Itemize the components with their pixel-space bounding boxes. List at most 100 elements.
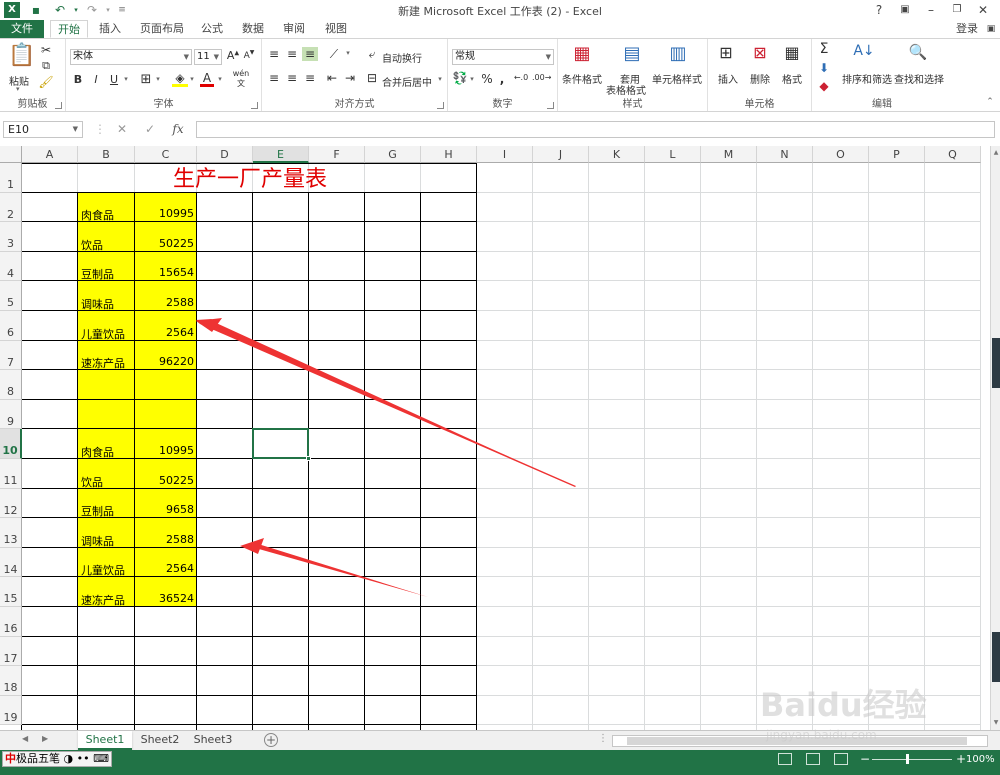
product-cell[interactable]: 儿童饮品 [81,562,125,578]
row-header-8[interactable]: 8 [0,370,22,400]
row-header-3[interactable]: 3 [0,222,22,252]
column-header-b[interactable]: B [78,146,135,163]
font-color-dropdown-icon[interactable]: ▾ [216,75,224,83]
row-header-5[interactable]: 5 [0,281,22,311]
quantity-cell[interactable]: 50225 [135,474,194,487]
insert-function-button[interactable]: fx [168,121,188,138]
align-top-icon[interactable]: ≡ [266,47,282,61]
row-header-13[interactable]: 13 [0,518,22,548]
sheet-tab-1[interactable]: Sheet1 [78,731,132,750]
zoom-level[interactable]: 100% [966,754,995,765]
format-cells-icon[interactable]: ▦ [780,43,804,67]
find-select-button[interactable]: 查找和选择 [894,71,944,86]
row-header-7[interactable]: 7 [0,340,22,371]
tab-file[interactable]: 文件 [0,20,44,38]
column-header-l[interactable]: L [645,146,701,163]
comma-style-button[interactable]: , [496,72,508,86]
next-sheet-icon[interactable]: ▶ [42,734,48,743]
column-header-i[interactable]: I [477,146,533,163]
active-cell[interactable] [252,428,311,461]
worksheet-grid[interactable]: A B C D E F G H I J K L M N O P Q 1 2 3 4 5 6 7 8 9 10 11 12 13 14 15 16… [0,146,990,730]
row-header-15[interactable]: 15 [0,577,22,607]
quantity-cell[interactable]: 10995 [135,207,194,220]
format-as-table-icon[interactable]: ▤ [620,43,644,67]
restore-icon[interactable]: ❐ [946,1,968,19]
sheet-tab-3[interactable]: Sheet3 [188,731,238,750]
column-header-e[interactable]: E [253,146,309,163]
font-name-select[interactable]: 宋体 ▼ [70,49,192,65]
normal-view-icon[interactable] [778,753,792,765]
zoom-slider-knob[interactable] [906,754,909,764]
close-icon[interactable]: ✕ [972,1,994,19]
tab-insert[interactable]: 插入 [92,20,128,38]
scrollbar-thumb[interactable] [992,338,1000,388]
row-header-9[interactable]: 9 [0,399,22,430]
page-break-view-icon[interactable] [834,753,848,765]
row-header-6[interactable]: 6 [0,311,22,341]
cancel-icon[interactable]: ✕ [112,121,132,138]
number-launcher-icon[interactable] [547,102,554,109]
quantity-cell[interactable]: 10995 [135,444,194,457]
paste-dropdown-icon[interactable]: ▾ [16,85,20,93]
sort-filter-button[interactable]: 排序和筛选 [842,71,892,86]
autosum-button[interactable]: Σ [816,41,832,57]
cell-styles-icon[interactable]: ▥ [666,43,690,67]
product-cell[interactable]: 饮品 [81,237,103,253]
row-header-19[interactable]: 19 [0,695,22,726]
column-header-j[interactable]: J [533,146,589,163]
account-icon[interactable]: ▣ [984,20,998,38]
row-header-12[interactable]: 12 [0,488,22,519]
align-center-icon[interactable]: ≡ [284,71,300,85]
decrease-font-icon[interactable]: A▼ [242,49,256,61]
row-header-2[interactable]: 2 [0,192,22,223]
wrap-text-button[interactable]: 自动换行 [382,50,422,65]
align-middle-icon[interactable]: ≡ [284,47,300,61]
fill-color-icon[interactable]: ◈ [172,71,188,87]
delete-cells-icon[interactable]: ⊠ [748,43,772,67]
tab-page-layout[interactable]: 页面布局 [134,20,190,38]
tab-view[interactable]: 视图 [320,20,352,38]
align-right-icon[interactable]: ≡ [302,71,318,85]
tab-review[interactable]: 审阅 [278,20,310,38]
insert-cells-button[interactable]: 插入 [718,71,738,86]
product-cell[interactable]: 调味品 [81,533,114,549]
increase-indent-icon[interactable]: ⇥ [342,71,358,85]
sort-filter-icon[interactable]: A↓ [852,43,876,65]
quantity-cell[interactable]: 9658 [135,503,194,516]
increase-font-icon[interactable]: A▲ [226,49,240,62]
quantity-cell[interactable]: 2588 [135,296,194,309]
quantity-cell[interactable]: 2588 [135,533,194,546]
cut-icon[interactable]: ✂ [38,43,54,57]
quantity-cell[interactable]: 50225 [135,237,194,250]
row-header-16[interactable]: 16 [0,607,22,637]
bold-button[interactable]: B [72,73,84,86]
row-header-10[interactable]: 10 [0,429,22,459]
accounting-dropdown-icon[interactable]: ▾ [468,75,476,83]
column-header-m[interactable]: M [701,146,757,163]
help-button[interactable]: ? [868,1,890,19]
insert-cells-icon[interactable]: ⊞ [714,43,738,67]
punctuation-icon[interactable]: •• [77,752,90,765]
clipboard-launcher-icon[interactable] [55,102,62,109]
login-link[interactable]: 登录 [950,20,984,38]
decrease-decimal-icon[interactable]: .00→ [532,73,551,82]
quantity-cell[interactable]: 2564 [135,562,194,575]
fill-handle[interactable] [306,455,311,461]
tab-data[interactable]: 数据 [236,20,270,38]
underline-dropdown-icon[interactable]: ▾ [122,75,130,83]
row-header-17[interactable]: 17 [0,636,22,667]
number-format-select[interactable]: 常规 ▼ [452,49,554,65]
scroll-down-icon[interactable]: ▼ [991,718,1000,728]
product-cell[interactable]: 肉食品 [81,444,114,460]
tab-home[interactable]: 开始 [50,20,88,38]
font-color-icon[interactable]: A [200,71,214,87]
conditional-format-icon[interactable]: ▦ [570,43,594,67]
quantity-cell[interactable]: 2564 [135,326,194,339]
format-painter-icon[interactable]: 🖌 [38,75,54,89]
column-header-g[interactable]: G [365,146,421,163]
decrease-indent-icon[interactable]: ⇤ [324,71,340,85]
row-header-11[interactable]: 11 [0,459,22,489]
column-header-o[interactable]: O [813,146,869,163]
column-header-f[interactable]: F [309,146,365,163]
merge-center-icon[interactable]: ⊟ [366,71,378,85]
